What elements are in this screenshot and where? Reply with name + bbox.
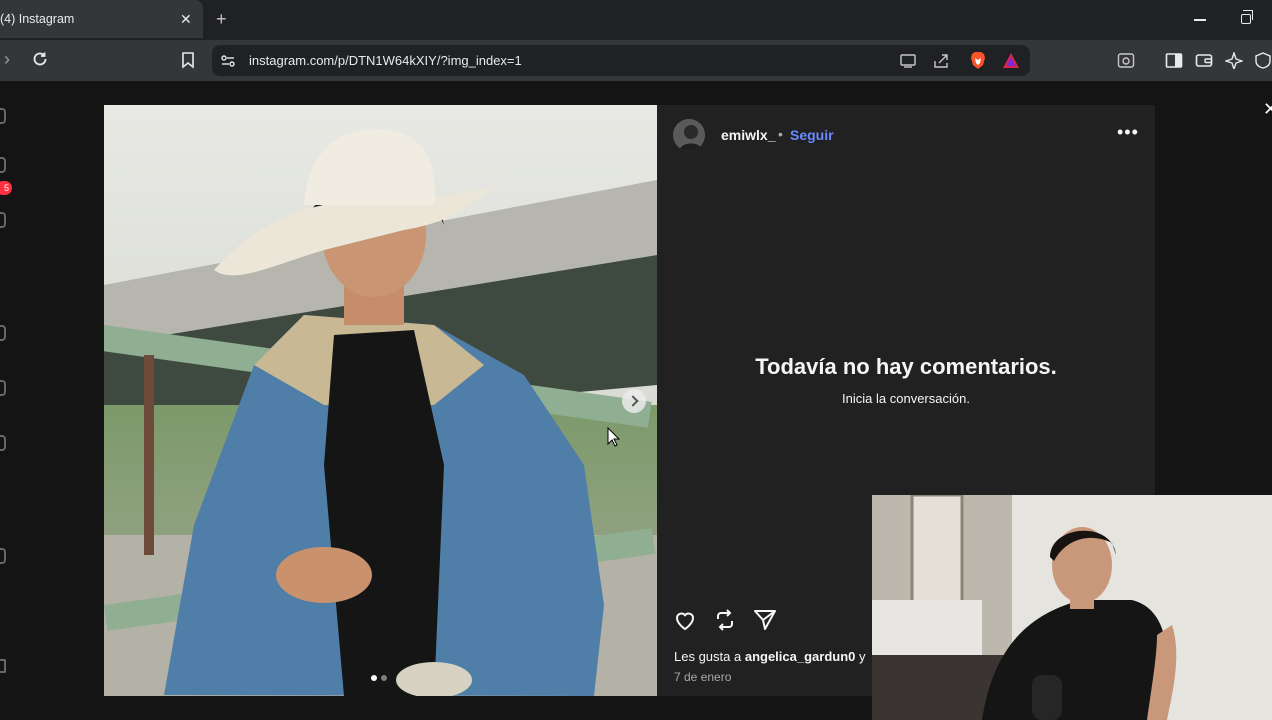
no-comments-title: Todavía no hay comentarios.: [755, 354, 1057, 379]
brave-shields-icon[interactable]: [969, 51, 987, 70]
liked-by-user[interactable]: angelica_gardun0: [745, 649, 856, 664]
forward-button[interactable]: ›: [4, 49, 10, 70]
like-heart-icon[interactable]: [673, 608, 697, 632]
wallet-icon[interactable]: [1195, 52, 1213, 69]
share-icon[interactable]: [932, 53, 950, 69]
cast-icon[interactable]: [899, 53, 917, 69]
post-author-username[interactable]: emiwlx_: [721, 127, 775, 143]
post-photo-image: [104, 105, 657, 696]
reload-icon[interactable]: [31, 50, 49, 68]
avatar-image: [673, 119, 705, 151]
more-options-icon[interactable]: •••: [1117, 122, 1139, 143]
sidebar-instagram-icon[interactable]: [0, 108, 6, 124]
post-date[interactable]: 7 de enero: [674, 670, 731, 684]
webcam-overlay: [872, 495, 1272, 720]
start-conversation-text: Inicia la conversación.: [842, 391, 970, 406]
tab-close-icon[interactable]: ✕: [180, 11, 192, 28]
likes-prefix: Les gusta a: [674, 649, 742, 664]
carousel-dot-active: [371, 675, 377, 681]
carousel-dot: [381, 675, 387, 681]
sidebar-notifications-icon[interactable]: [0, 435, 6, 451]
browser-tab-instagram[interactable]: (4) Instagram ✕: [0, 0, 203, 38]
leo-ai-icon[interactable]: [1225, 52, 1243, 69]
restore-window-button[interactable]: [1241, 10, 1253, 24]
share-send-icon[interactable]: [753, 608, 777, 632]
brave-rewards-icon[interactable]: [1002, 52, 1020, 69]
follow-button[interactable]: Seguir: [790, 127, 834, 143]
sidebar-toggle-icon[interactable]: [1165, 52, 1183, 69]
url-text[interactable]: instagram.com/p/DTN1W64kXIY/?img_index=1: [249, 53, 522, 68]
browser-toolbar: › instagram.com/p/DTN1W64kXIY/?img_index…: [0, 40, 1272, 81]
mouse-cursor-icon: [607, 427, 621, 447]
site-settings-icon[interactable]: [220, 53, 236, 69]
tab-search-icon[interactable]: [1117, 52, 1135, 69]
likes-suffix: y: [859, 649, 866, 664]
sidebar-search-icon[interactable]: [0, 325, 6, 341]
post-photo[interactable]: [104, 105, 657, 696]
webcam-video: [872, 495, 1272, 720]
carousel-dots: [371, 675, 391, 681]
likes-summary: Les gusta a angelica_gardun0 y: [674, 649, 866, 664]
separator-dot: •: [778, 126, 783, 142]
address-bar[interactable]: instagram.com/p/DTN1W64kXIY/?img_index=1: [212, 45, 1030, 76]
close-modal-button[interactable]: ✕: [1263, 99, 1272, 120]
sidebar-reels-icon[interactable]: [0, 212, 6, 228]
browser-tab-bar: (4) Instagram ✕ +: [0, 0, 1272, 40]
tab-title: (4) Instagram: [0, 12, 75, 26]
new-tab-button[interactable]: +: [216, 9, 227, 30]
vpn-shield-icon[interactable]: [1254, 52, 1272, 69]
sidebar-explore-icon[interactable]: [0, 380, 6, 396]
avatar[interactable]: [673, 119, 705, 151]
sidebar-home-icon[interactable]: [0, 157, 6, 173]
carousel-next-button[interactable]: [622, 389, 646, 413]
sidebar-more-icon[interactable]: [0, 659, 6, 673]
minimize-window-button[interactable]: [1194, 19, 1206, 21]
sidebar-profile-icon[interactable]: [0, 548, 6, 564]
bookmark-icon[interactable]: [180, 51, 196, 69]
repost-icon[interactable]: [713, 608, 737, 632]
